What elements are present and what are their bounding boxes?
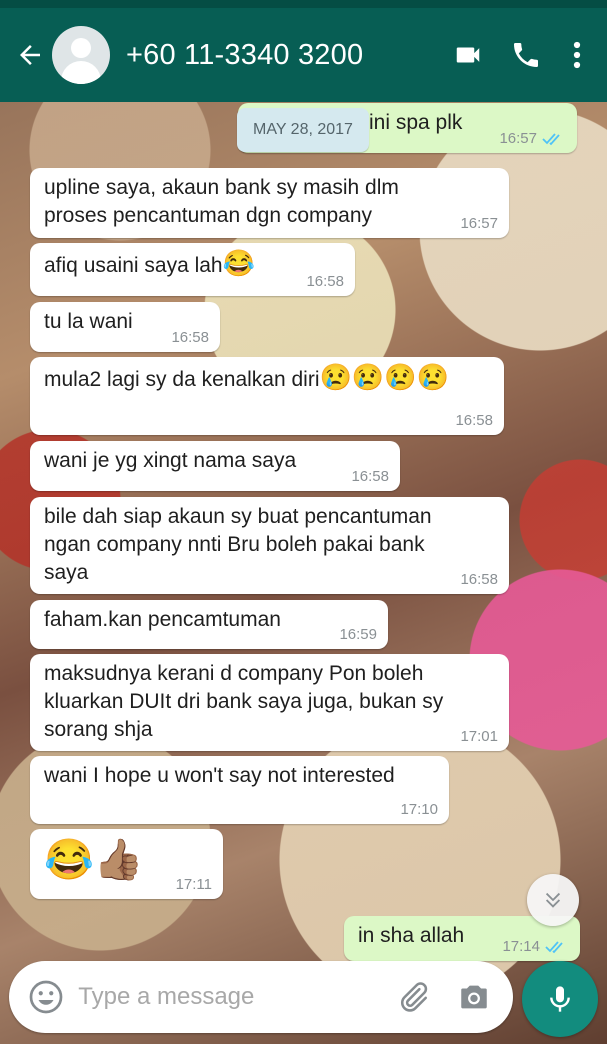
- message-text: afiq usaini saya lah: [44, 254, 223, 277]
- message-composer: [9, 961, 513, 1033]
- attach-button[interactable]: [388, 972, 437, 1022]
- scroll-to-bottom-button[interactable]: [527, 874, 579, 926]
- emoji-button[interactable]: [17, 968, 74, 1026]
- message-incoming[interactable]: mula2 lagi sy da kenalkan diri😢😢😢😢 16:58: [30, 357, 504, 435]
- mic-icon: [550, 986, 570, 1012]
- message-text: maksudnya kerani d company Pon boleh klu…: [44, 662, 444, 741]
- back-button[interactable]: [8, 33, 52, 77]
- chat-header: +60 11-3340 3200: [0, 8, 607, 102]
- message-incoming[interactable]: wani I hope u won't say not interested 1…: [30, 756, 449, 824]
- message-time: 16:58: [455, 412, 493, 429]
- message-time: 17:01: [460, 728, 498, 745]
- message-incoming[interactable]: maksudnya kerani d company Pon boleh klu…: [30, 654, 509, 751]
- message-time: 16:59: [339, 626, 377, 643]
- double-chevron-down-icon: [545, 892, 561, 908]
- message-text: upline saya, akaun bank sy masih dlm pro…: [44, 176, 399, 227]
- message-time: 17:10: [400, 801, 438, 818]
- message-incoming[interactable]: wani je yg xingt nama saya 16:58: [30, 441, 400, 491]
- message-time: 17:14: [502, 938, 540, 955]
- voice-record-button[interactable]: [522, 961, 598, 1037]
- emoji-icon: 😂: [222, 248, 255, 278]
- back-arrow-icon: [20, 45, 40, 65]
- message-time: 17:11: [175, 876, 212, 893]
- more-options-button[interactable]: [555, 26, 599, 84]
- message-time: 16:58: [351, 468, 389, 485]
- message-incoming[interactable]: upline saya, akaun bank sy masih dlm pro…: [30, 168, 509, 238]
- avatar[interactable]: [52, 26, 110, 84]
- message-time: 16:58: [460, 571, 498, 588]
- message-text: bile dah siap akaun sy buat pencantuman …: [44, 505, 432, 584]
- message-incoming[interactable]: afiq usaini saya lah😂 16:58: [30, 243, 355, 296]
- read-ticks-icon: [542, 133, 560, 146]
- attach-icon: [400, 982, 428, 1012]
- message-text: faham.kan pencamtuman: [44, 608, 281, 631]
- message-incoming[interactable]: bile dah siap akaun sy buat pencantuman …: [30, 497, 509, 594]
- emoji-icon: 😢😢😢😢: [319, 362, 449, 392]
- message-time: 16:57: [460, 215, 498, 232]
- phone-icon: [514, 43, 538, 67]
- more-vert-icon: [573, 41, 581, 69]
- message-time: 16:58: [306, 273, 344, 290]
- status-bar: [0, 0, 607, 8]
- message-incoming[interactable]: 😂👍🏽 17:11: [30, 829, 223, 899]
- camera-button[interactable]: [450, 972, 499, 1022]
- read-ticks-icon: [545, 941, 563, 954]
- voice-call-button[interactable]: [497, 26, 555, 84]
- message-time: 16:57: [499, 130, 537, 147]
- message-text: mula2 lagi sy da kenalkan diri: [44, 368, 320, 391]
- message-text: wani I hope u won't say not interested: [44, 764, 395, 787]
- video-call-button[interactable]: [439, 26, 497, 84]
- date-chip: MAY 28, 2017: [237, 108, 369, 152]
- message-input[interactable]: [78, 977, 389, 1017]
- message-incoming[interactable]: faham.kan pencamtuman 16:59: [30, 600, 388, 649]
- message-time: 16:58: [171, 329, 209, 346]
- message-incoming[interactable]: tu la wani 16:58: [30, 302, 220, 352]
- contact-name[interactable]: +60 11-3340 3200: [126, 39, 439, 72]
- emoji-icon: [29, 980, 62, 1014]
- video-call-icon: [456, 47, 480, 63]
- message-text: wani je yg xingt nama saya: [44, 449, 297, 472]
- camera-icon: [461, 985, 488, 1009]
